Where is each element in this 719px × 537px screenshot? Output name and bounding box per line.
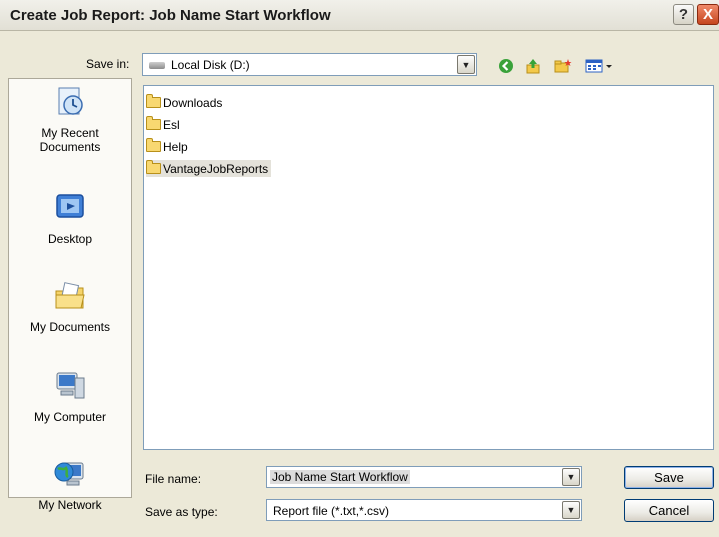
folder-icon [146, 116, 161, 130]
save-as-type-dropdown[interactable]: Report file (*.txt,*.csv) ▼ [266, 499, 582, 521]
chevron-down-icon[interactable]: ▼ [562, 501, 580, 519]
recent-documents-icon [58, 87, 83, 115]
new-folder-button[interactable] [554, 57, 572, 75]
cancel-button-label: Cancel [648, 503, 690, 518]
list-item[interactable]: VantageJobReports [146, 160, 272, 177]
places-bar: My Recent Documents Desktop My Documents … [8, 78, 132, 512]
save-in-value: Local Disk (D:) [171, 58, 250, 72]
list-item[interactable]: Help [146, 138, 191, 155]
dialog-title: Create Job Report: Job Name Start Workfl… [10, 7, 331, 24]
list-item[interactable]: Downloads [146, 94, 225, 111]
cancel-button[interactable]: Cancel [624, 499, 714, 522]
file-name: Downloads [163, 95, 223, 110]
file-name-label: File name: [145, 472, 202, 486]
file-name-value: Job Name Start Workflow [270, 470, 410, 484]
place-label: Desktop [47, 232, 93, 246]
save-as-type-value: Report file (*.txt,*.csv) [273, 504, 390, 518]
new-folder-icon [554, 59, 572, 73]
chevron-down-icon[interactable]: ▼ [457, 55, 475, 74]
place-label: My Documents [29, 320, 111, 334]
save-button[interactable]: Save [624, 466, 714, 489]
save-dialog: Create Job Report: Job Name Start Workfl… [0, 0, 719, 537]
close-icon: X [702, 6, 713, 23]
place-my-computer[interactable]: My Computer [9, 369, 131, 424]
my-network-icon [54, 462, 84, 486]
place-desktop[interactable]: Desktop [9, 191, 131, 246]
list-item[interactable]: Esl [146, 116, 183, 133]
up-folder-button[interactable] [524, 57, 542, 75]
place-label: Documents [39, 140, 101, 154]
folder-icon [146, 160, 161, 174]
view-menu-icon [585, 59, 612, 73]
place-my-documents[interactable]: My Documents [9, 279, 131, 334]
up-folder-icon [526, 59, 540, 74]
back-icon [499, 59, 513, 73]
file-name: Help [163, 139, 188, 154]
my-documents-icon [55, 282, 85, 309]
folder-icon [146, 94, 161, 108]
title-bar: Create Job Report: Job Name Start Workfl… [0, 0, 719, 31]
file-name-input[interactable]: Job Name Start Workflow ▼ [266, 466, 582, 488]
place-label: My Computer [33, 410, 107, 424]
folder-icon [146, 138, 161, 152]
file-name: VantageJobReports [163, 161, 269, 176]
help-button[interactable]: ? [673, 4, 694, 25]
my-computer-icon [56, 372, 85, 399]
close-button[interactable]: X [697, 4, 719, 25]
place-label: My Recent [41, 126, 99, 140]
local-disk-icon [149, 62, 165, 70]
place-my-network[interactable]: My Network [9, 457, 131, 512]
chevron-down-icon[interactable]: ▼ [562, 468, 580, 486]
save-in-dropdown[interactable]: Local Disk (D:) ▼ [142, 53, 477, 76]
file-name: Esl [163, 117, 180, 132]
save-in-label: Save in: [86, 57, 130, 71]
save-as-type-label: Save as type: [145, 505, 218, 519]
save-button-label: Save [654, 470, 684, 485]
back-button[interactable] [497, 57, 515, 75]
help-icon: ? [678, 6, 689, 23]
view-menu-button[interactable] [585, 57, 615, 75]
desktop-icon [56, 194, 84, 218]
place-my-recent-documents[interactable]: My Recent Documents [9, 85, 131, 154]
file-list[interactable]: Downloads Esl Help VantageJobReports [143, 85, 714, 450]
place-label: My Network [38, 498, 102, 512]
